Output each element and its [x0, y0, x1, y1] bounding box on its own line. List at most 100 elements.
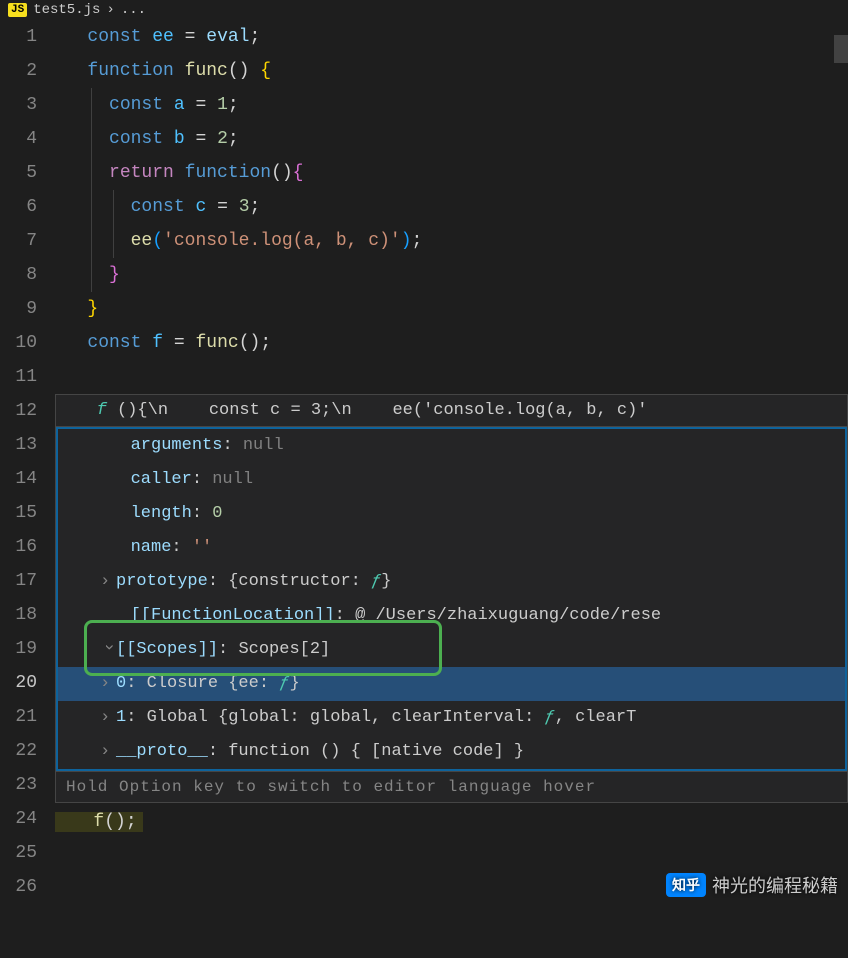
prop-value: @ /Users/zhaixuguang/code/rese [355, 606, 661, 625]
inspector-row[interactable]: [[FunctionLocation]]: @ /Users/zhaixugua… [58, 599, 845, 633]
brace: } [109, 265, 120, 285]
indent-guide [91, 88, 92, 122]
line-number: 4 [0, 122, 37, 156]
code-line[interactable] [55, 360, 848, 394]
variable: f [152, 333, 163, 353]
punctuation: ; [250, 197, 261, 217]
code-area[interactable]: const ee = eval; function func() { const… [55, 20, 848, 958]
inspector-row[interactable]: ›prototype: {constructor: ƒ} [58, 565, 845, 599]
line-number: 23 [0, 768, 37, 802]
prop-key: arguments [131, 436, 223, 455]
indent-guide [91, 156, 92, 190]
prop-value: '' [192, 538, 212, 557]
keyword-const: const [131, 197, 185, 217]
code-line[interactable]: } [55, 292, 848, 326]
inspector-row[interactable]: name: '' [58, 531, 845, 565]
line-number: 18 [0, 598, 37, 632]
operator: = [195, 95, 206, 115]
code-editor[interactable]: 1 2 3 4 5 6 7 8 9 10 11 12 13 14 15 16 1… [0, 20, 848, 958]
line-number: 10 [0, 326, 37, 360]
keyword-return: return [109, 163, 174, 183]
breadcrumb[interactable]: JS test5.js › ... [0, 0, 848, 20]
prop-value-part: Closure {ee: [147, 674, 280, 693]
punctuation: ; [228, 129, 239, 149]
line-number: 11 [0, 360, 37, 394]
expand-caret-icon[interactable]: › [100, 667, 116, 701]
prop-value-part: {constructor: [228, 572, 371, 591]
identifier: eval [206, 27, 249, 47]
code-line[interactable]: const a = 1; [55, 88, 848, 122]
punctuation: ; [228, 95, 239, 115]
inspector-row[interactable]: ›__proto__: function () { [native code] … [58, 735, 845, 769]
code-line-current-execution[interactable]: f(); [55, 805, 848, 839]
prop-value: function () { [native code] } [228, 742, 524, 761]
inspector-row[interactable]: arguments: null [58, 429, 845, 463]
code-line[interactable]: const f = func(); [55, 326, 848, 360]
prop-key: 1 [116, 708, 126, 727]
inspector-row[interactable]: ›1: Global {global: global, clearInterva… [58, 701, 845, 735]
hover-hint: Hold Option key to switch to editor lang… [56, 771, 847, 802]
keyword-const: const [87, 333, 141, 353]
breadcrumb-separator: › [106, 2, 114, 18]
watermark: 知乎 神光的编程秘籍 [666, 872, 838, 898]
prop-key: prototype [116, 572, 208, 591]
collapse-caret-icon[interactable]: › [91, 642, 125, 658]
punctuation: ; [250, 27, 261, 47]
line-gutter: 1 2 3 4 5 6 7 8 9 10 11 12 13 14 15 16 1… [0, 20, 55, 958]
punctuation: ; [126, 812, 137, 832]
inspector-row[interactable]: ›[[Scopes]]: Scopes[2] [58, 633, 845, 667]
keyword-const: const [109, 95, 163, 115]
prop-value: Scopes[2] [238, 640, 330, 659]
func-symbol-icon: ƒ [371, 572, 381, 591]
code-line[interactable]: return function(){ [55, 156, 848, 190]
variable: b [174, 129, 185, 149]
code-line[interactable]: const c = 3; [55, 190, 848, 224]
operator: = [185, 27, 196, 47]
brace: { [293, 163, 304, 183]
indent-guide [113, 224, 114, 258]
func-symbol-icon: ƒ [544, 708, 554, 727]
punctuation: ; [412, 231, 423, 251]
code-line[interactable]: const ee = eval; [55, 20, 848, 54]
inspector-row-highlighted[interactable]: ›0: Closure {ee: ƒ} [58, 667, 845, 701]
line-number: 2 [0, 54, 37, 88]
prop-key: caller [131, 470, 192, 489]
punctuation: ; [260, 333, 271, 353]
punctuation: () [239, 333, 261, 353]
string: 'console.log(a, b, c)' [163, 231, 401, 251]
function-name: func [185, 61, 228, 81]
variable: ee [152, 27, 174, 47]
prop-key: 0 [116, 674, 126, 693]
line-number: 8 [0, 258, 37, 292]
operator: = [195, 129, 206, 149]
prop-key: [[Scopes]] [116, 640, 218, 659]
line-number: 6 [0, 190, 37, 224]
function-call: func [195, 333, 238, 353]
prop-value: null [212, 470, 253, 489]
code-line[interactable]: ee('console.log(a, b, c)'); [55, 224, 848, 258]
expand-caret-icon[interactable]: › [100, 565, 116, 599]
expand-caret-icon[interactable]: › [100, 735, 116, 769]
brace: { [260, 61, 271, 81]
indent-guide [91, 190, 92, 224]
number: 2 [217, 129, 228, 149]
code-line[interactable]: } [55, 258, 848, 292]
keyword-function: function [87, 61, 173, 81]
punctuation: () [271, 163, 293, 183]
line-number: 19 [0, 632, 37, 666]
code-line[interactable]: const b = 2; [55, 122, 848, 156]
code-line[interactable]: function func() { [55, 54, 848, 88]
expand-caret-icon[interactable]: › [100, 701, 116, 735]
debug-hover-widget[interactable]: f (){\n const c = 3;\n ee('console.log(a… [55, 394, 848, 803]
object-inspector[interactable]: arguments: null caller: null length: 0 n… [56, 427, 847, 771]
prop-key: __proto__ [116, 742, 208, 761]
prop-value-part: , clearT [555, 708, 637, 727]
line-number: 5 [0, 156, 37, 190]
line-number: 1 [0, 20, 37, 54]
inspector-row[interactable]: length: 0 [58, 497, 845, 531]
punctuation: () [228, 61, 250, 81]
inspector-row[interactable]: caller: null [58, 463, 845, 497]
indent-guide [113, 190, 114, 224]
function-call: ee [131, 231, 153, 251]
hover-func-symbol: f [97, 401, 107, 420]
